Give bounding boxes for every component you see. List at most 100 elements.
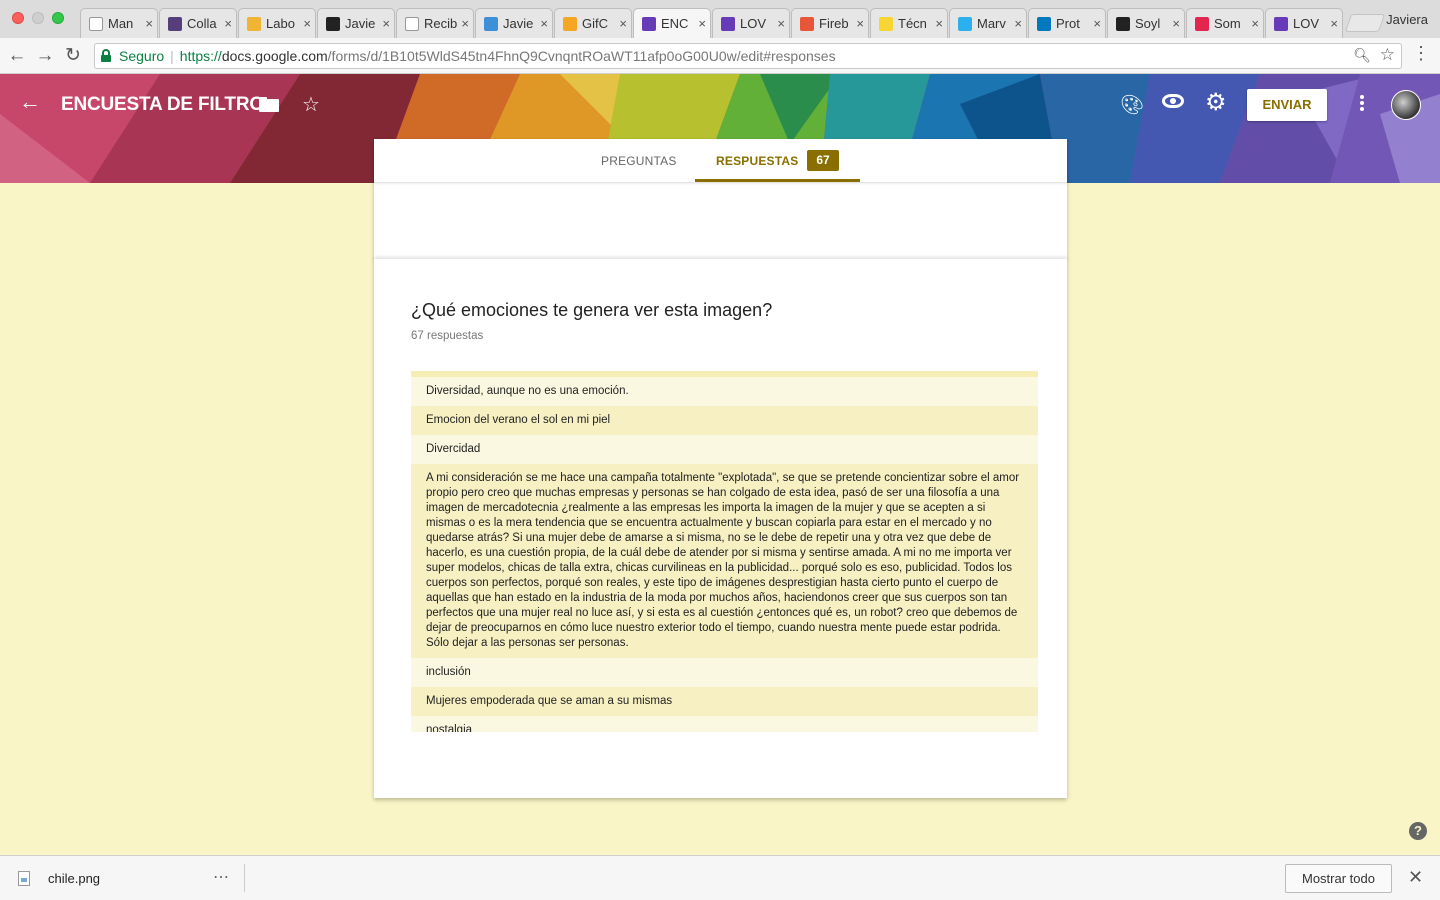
browser-tab[interactable]: Colla × — [159, 8, 237, 38]
settings-gear-icon[interactable]: ⚙ — [1205, 91, 1227, 115]
url-host: docs.google.com — [221, 48, 328, 64]
browser-tab-title: Fireb — [819, 16, 849, 31]
tab-close-icon[interactable]: × — [1330, 16, 1338, 31]
response-count-badge: 67 — [807, 150, 839, 171]
zoom-search-icon[interactable]: 🔍︎ — [1353, 47, 1371, 64]
browser-tab-title: Labo — [266, 16, 295, 31]
preview-eye-icon[interactable] — [1162, 94, 1184, 108]
browser-tab[interactable]: LOV × — [1265, 8, 1343, 38]
bookmark-star-icon[interactable]: ☆ — [1380, 45, 1395, 65]
back-arrow-icon[interactable]: ← — [19, 89, 41, 115]
response-item: Divercidad — [411, 435, 1038, 464]
avatar[interactable] — [1391, 90, 1421, 120]
browser-tab[interactable]: Soyl × — [1107, 8, 1185, 38]
tab-close-icon[interactable]: × — [698, 16, 706, 31]
tab-close-icon[interactable]: × — [619, 16, 627, 31]
address-bar[interactable]: Seguro | https://docs.google.com/forms/d… — [94, 43, 1402, 69]
browser-tab-title: Javie — [503, 16, 534, 31]
browser-tab[interactable]: Som × — [1186, 8, 1264, 38]
document-icon — [89, 16, 103, 31]
more-vert-icon[interactable] — [1357, 95, 1367, 113]
tab-responses[interactable]: RESPUESTAS 67 — [695, 139, 860, 182]
browser-tab[interactable]: Javie × — [475, 8, 553, 38]
browser-tab[interactable]: ENC × — [633, 8, 711, 38]
forms-icon — [721, 16, 735, 31]
url-text[interactable]: https://docs.google.com/forms/d/1B10t5Wl… — [180, 48, 836, 64]
tab-close-icon[interactable]: × — [145, 16, 153, 31]
m-icon — [1195, 16, 1209, 31]
show-all-button[interactable]: Mostrar todo — [1285, 864, 1392, 893]
browser-tab-title: GifC — [582, 16, 608, 31]
minimize-window-button[interactable] — [32, 12, 44, 24]
tab-close-icon[interactable]: × — [461, 16, 469, 31]
close-icon[interactable]: ✕ — [1408, 867, 1423, 888]
browser-tab[interactable]: Prot × — [1028, 8, 1106, 38]
send-button[interactable]: ENVIAR — [1247, 89, 1327, 121]
tab-close-icon[interactable]: × — [777, 16, 785, 31]
section-divider — [374, 259, 1067, 263]
address-divider: | — [170, 48, 174, 64]
tab-close-icon[interactable]: × — [1172, 16, 1180, 31]
response-item: Emocion del verano el sol en mi piel — [411, 406, 1038, 435]
forward-icon[interactable]: → — [33, 44, 57, 68]
chrome-menu-icon[interactable]: ⋮ — [1412, 44, 1430, 62]
form-title[interactable]: ENCUESTA DE FILTRO — [61, 94, 264, 116]
tab-responses-label: RESPUESTAS — [716, 154, 799, 168]
download-bar: chile.png ⋯ Mostrar todo ✕ — [0, 855, 1440, 900]
browser-toolbar: ← → ↻ Seguro | https://docs.google.com/f… — [0, 38, 1440, 74]
download-more-icon[interactable]: ⋯ — [213, 867, 230, 887]
tab-close-icon[interactable]: × — [540, 16, 548, 31]
help-icon[interactable]: ? — [1409, 822, 1427, 840]
browser-tab[interactable]: Recib × — [396, 8, 474, 38]
reload-icon[interactable]: ↻ — [61, 44, 85, 68]
profile-name[interactable]: Javiera — [1386, 12, 1428, 27]
download-file-name[interactable]: chile.png — [48, 871, 100, 886]
browser-tab-title: ENC — [661, 16, 689, 31]
browser-tab-title: Marv — [977, 16, 1006, 31]
tab-close-icon[interactable]: × — [856, 16, 864, 31]
tab-close-icon[interactable]: × — [935, 16, 943, 31]
browser-tab-strip: Man × Colla × Labo × Javie × Recib × Javie × GifC × EN… — [0, 0, 1440, 38]
new-tab-button[interactable] — [1344, 14, 1386, 32]
browser-tab[interactable]: Man × — [80, 8, 158, 38]
back-icon[interactable]: ← — [5, 44, 29, 68]
tab-close-icon[interactable]: × — [224, 16, 232, 31]
response-item: Diversidad, aunque no es una emoción. — [411, 377, 1038, 406]
response-total: 67 respuestas — [411, 330, 484, 342]
responses-list[interactable]: Diversidad, aunque no es una emoción. Emo… — [411, 371, 1038, 732]
tab-close-icon[interactable]: × — [1014, 16, 1022, 31]
browser-tab[interactable]: Marv × — [949, 8, 1027, 38]
browser-tab[interactable]: Fireb × — [791, 8, 869, 38]
browser-tab-title: Som — [1214, 16, 1241, 31]
question-title: ¿Qué emociones te genera ver esta imagen… — [411, 300, 773, 320]
firebase-icon — [800, 16, 814, 31]
close-window-button[interactable] — [12, 12, 24, 24]
tab-close-icon[interactable]: × — [382, 16, 390, 31]
response-item: Mujeres empoderada que se aman a su mism… — [411, 687, 1038, 716]
tab-questions[interactable]: PREGUNTAS — [601, 154, 677, 168]
response-item: nostalgia — [411, 716, 1038, 732]
browser-tab[interactable]: Javie × — [317, 8, 395, 38]
browser-tabs: Man × Colla × Labo × Javie × Recib × Javie × GifC × EN… — [80, 8, 1344, 38]
github-icon — [326, 16, 340, 31]
palette-icon[interactable]: 🎨︎ — [1120, 93, 1144, 117]
star-icon[interactable]: ☆ — [302, 92, 320, 117]
tab-close-icon[interactable]: × — [303, 16, 311, 31]
gmail-icon — [405, 16, 419, 31]
image-file-icon — [18, 871, 30, 886]
browser-tab-title: Colla — [187, 16, 217, 31]
browser-tab-title: LOV — [1293, 16, 1320, 31]
maximize-window-button[interactable] — [52, 12, 64, 24]
response-item: inclusión — [411, 658, 1038, 687]
browser-tab[interactable]: LOV × — [712, 8, 790, 38]
github-icon — [1116, 16, 1130, 31]
browser-tab[interactable]: Técn × — [870, 8, 948, 38]
tab-close-icon[interactable]: × — [1251, 16, 1259, 31]
tab-close-icon[interactable]: × — [1093, 16, 1101, 31]
browser-tab[interactable]: GifC × — [554, 8, 632, 38]
browser-tab[interactable]: Labo × — [238, 8, 316, 38]
lock-icon — [101, 49, 111, 62]
folder-icon[interactable] — [259, 97, 279, 112]
browser-tab-title: Soyl — [1135, 16, 1161, 31]
browser-tab-title: Javie — [345, 16, 376, 31]
